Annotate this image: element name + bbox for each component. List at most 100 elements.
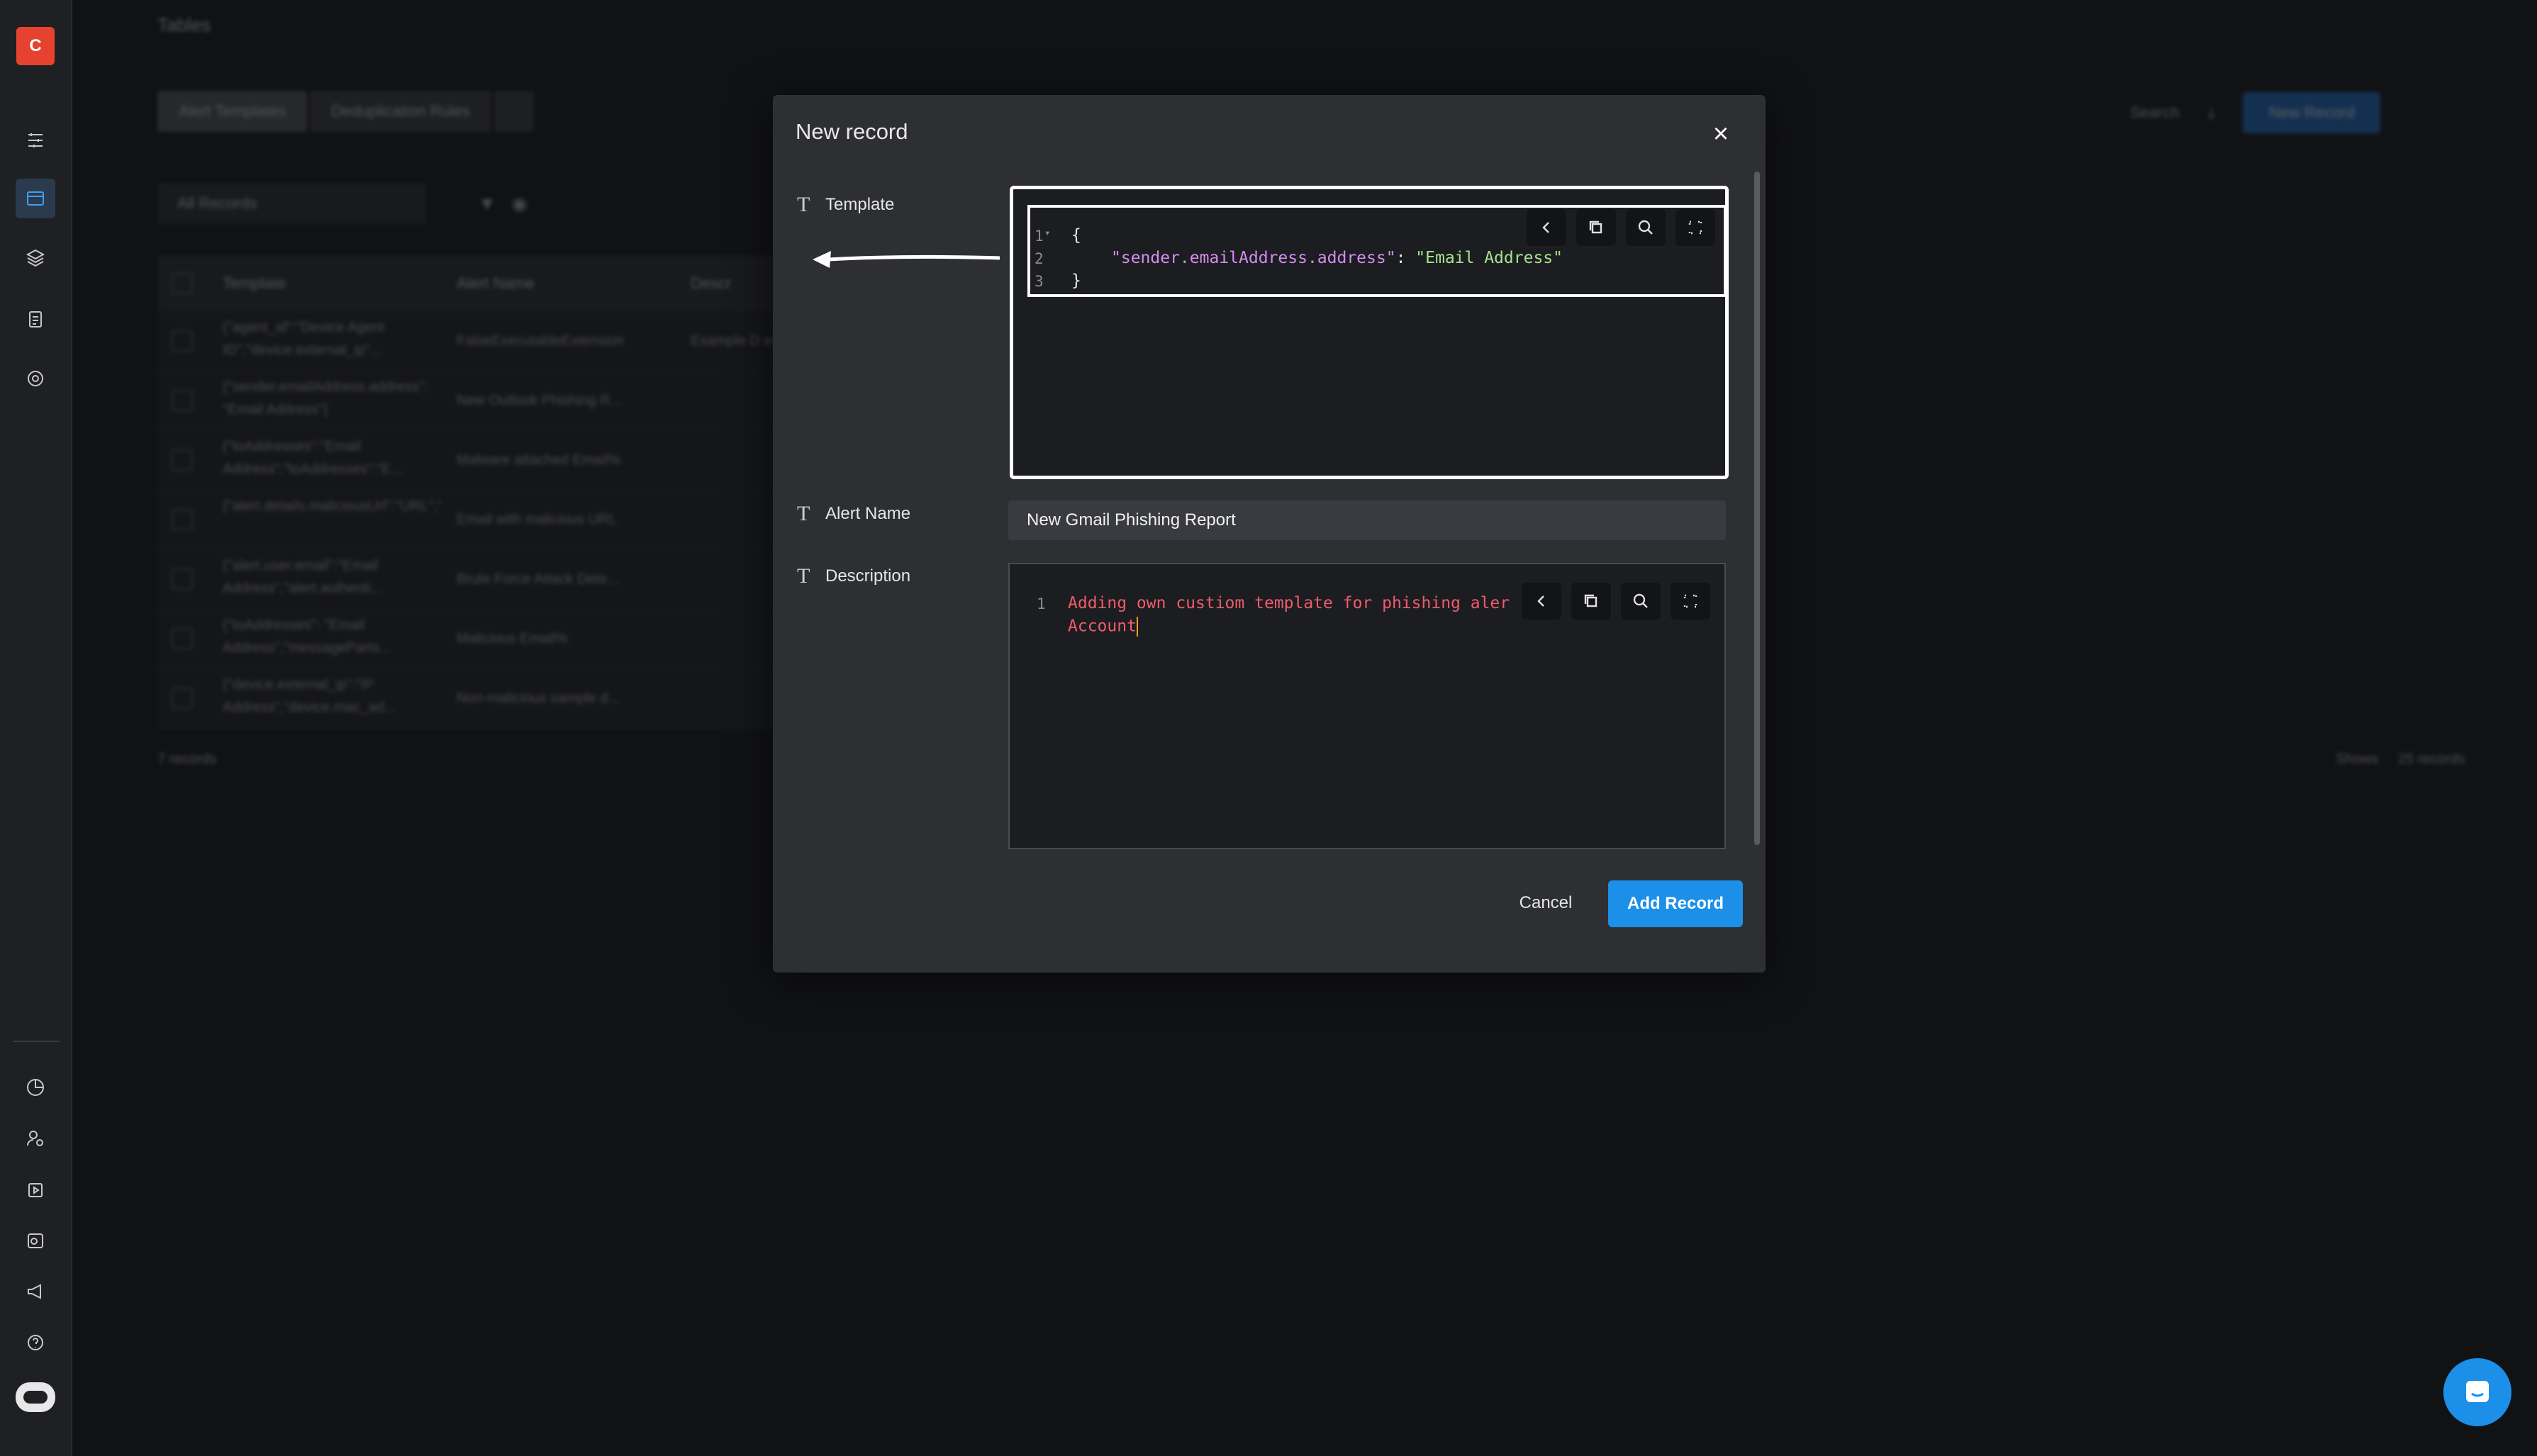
alert-name-cell: FalseExecutableExtension <box>457 332 624 349</box>
megaphone-icon[interactable] <box>16 1272 55 1311</box>
table-row[interactable]: {"sender.emailAddress.address": "Email A… <box>157 371 859 431</box>
search-icon[interactable] <box>1626 209 1666 246</box>
close-icon[interactable]: × <box>1703 116 1739 152</box>
table-tabs: Alert Templates Deduplication Rules <box>157 91 534 132</box>
template-cell: {"toAddresses": "Email Address","message… <box>223 617 391 656</box>
annotation-arrow-icon <box>813 251 1000 268</box>
row-checkbox[interactable] <box>172 449 193 471</box>
chevron-left-icon[interactable] <box>1522 583 1561 620</box>
layers-icon[interactable] <box>16 238 55 278</box>
help-icon[interactable] <box>16 1323 55 1362</box>
column-header[interactable]: Template <box>207 274 441 293</box>
description-label-text: Description <box>825 566 911 586</box>
tables-icon[interactable] <box>16 179 55 218</box>
template-field-label: T Template <box>797 193 894 217</box>
toolbar-right: Search ⤓ New Record <box>2130 92 2381 133</box>
search-input[interactable]: Search <box>2130 103 2180 122</box>
alert-name-label-text: Alert Name <box>825 504 911 523</box>
record-count: 7 records <box>157 751 217 767</box>
table-row[interactable]: {"agent_id":"Device Agent ID","device.ex… <box>157 312 859 371</box>
json-value: "Email Address" <box>1415 249 1563 267</box>
play-icon[interactable] <box>16 1170 55 1209</box>
tabs-more-button[interactable] <box>494 91 534 132</box>
row-checkbox[interactable] <box>172 390 193 411</box>
fullscreen-icon[interactable] <box>1671 583 1710 620</box>
clipboard-icon[interactable] <box>16 299 55 339</box>
description-text-line-2: Account <box>1068 617 1138 637</box>
target-icon[interactable] <box>16 359 55 398</box>
table-row[interactable]: {"device.external_ip":"IP Address","devi… <box>157 669 859 729</box>
page-size-select[interactable]: Shows 25 records <box>2336 751 2465 768</box>
page-title: Tables <box>157 14 211 35</box>
alert-name-field-label: T Alert Name <box>797 502 910 526</box>
table-row[interactable]: {"alert.details.maliciousUrl":"URL","ale… <box>157 491 859 550</box>
template-cell: {"toAddresses":"Email Address","toAddres… <box>223 439 403 477</box>
cancel-button[interactable]: Cancel <box>1510 882 1581 924</box>
template-label-text: Template <box>825 195 895 214</box>
json-key: "sender.emailAddress.address" <box>1111 249 1396 267</box>
shows-label: Shows <box>2336 751 2379 767</box>
workspace-logo[interactable]: C <box>16 27 55 65</box>
template-cell: {"agent_id":"Device Agent ID","device.ex… <box>223 320 385 358</box>
table-row[interactable]: {"toAddresses": "Email Address","message… <box>157 610 859 669</box>
new-record-button[interactable]: New Record <box>2243 92 2381 133</box>
code-line-2: "sender.emailAddress.address": "Email Ad… <box>1111 249 1563 267</box>
template-code-editor[interactable]: 1 ▾ { 2 "sender.emailAddress.address": "… <box>1010 186 1729 479</box>
records-filter[interactable]: All Records <box>157 183 427 224</box>
copy-icon[interactable] <box>1576 209 1616 246</box>
text-type-icon: T <box>797 502 810 525</box>
chevron-left-icon[interactable] <box>1527 209 1566 246</box>
page-size-value: 25 records <box>2397 751 2465 767</box>
analytics-icon[interactable] <box>16 1068 55 1107</box>
alert-name-cell: Non-malicious sample d... <box>457 690 620 706</box>
table-row[interactable]: {"toAddresses":"Email Address","toAddres… <box>157 431 859 491</box>
template-cell: {"sender.emailAddress.address": "Email A… <box>223 379 428 418</box>
filter-icon[interactable]: ▼ ◉ <box>478 193 528 215</box>
row-checkbox[interactable] <box>172 509 193 530</box>
fold-icon[interactable]: ▾ <box>1044 228 1050 239</box>
code-line-1: { <box>1071 226 1081 245</box>
billing-icon[interactable] <box>16 1221 55 1260</box>
alert-name-cell: New Outlook Phishing R... <box>457 392 623 408</box>
line-number: 1 <box>1037 595 1046 612</box>
tab-alert-templates[interactable]: Alert Templates <box>157 91 308 132</box>
copy-icon[interactable] <box>1571 583 1611 620</box>
text-type-icon: T <box>797 564 810 588</box>
template-cell: {"alert.user.email":"Email Address","ale… <box>223 558 383 596</box>
text-type-icon: T <box>797 193 810 216</box>
row-checkbox[interactable] <box>172 569 193 590</box>
dialog-scrollbar[interactable] <box>1754 172 1760 845</box>
row-checkbox[interactable] <box>172 330 193 352</box>
editor-toolbar <box>1522 583 1710 620</box>
table-row[interactable]: {"alert.user.email":"Email Address","ale… <box>157 550 859 610</box>
chat-launcher-button[interactable] <box>2443 1358 2511 1426</box>
line-number: 3 <box>1035 273 1044 290</box>
line-number: 2 <box>1035 250 1044 267</box>
bot-icon[interactable] <box>16 1382 55 1412</box>
download-icon[interactable]: ⤓ <box>2208 103 2215 122</box>
description-text-line-1: Adding own custiom template for phishing… <box>1068 594 1510 612</box>
line-number: 1 <box>1035 228 1044 245</box>
row-checkbox[interactable] <box>172 628 193 649</box>
alert-name-input[interactable]: New Gmail Phishing Report <box>1008 500 1726 540</box>
alert-name-cell: Email with malicious URL <box>457 511 617 527</box>
description-code-editor[interactable]: 1 Adding own custiom template for phishi… <box>1008 563 1726 849</box>
row-checkbox[interactable] <box>172 688 193 709</box>
fullscreen-icon[interactable] <box>1675 209 1715 246</box>
text-cursor <box>1136 617 1138 637</box>
sidebar-divider <box>13 1041 60 1042</box>
alert-name-cell: Malware attached Email% <box>457 452 621 468</box>
select-all-checkbox[interactable] <box>172 273 193 294</box>
template-cell: {"alert.details.maliciousUrl":"URL","ale… <box>223 498 441 514</box>
users-icon[interactable] <box>16 1119 55 1158</box>
search-icon[interactable] <box>1621 583 1661 620</box>
add-record-button[interactable]: Add Record <box>1608 880 1743 927</box>
alert-name-cell: Malicious Email% <box>457 630 568 646</box>
pipeline-icon[interactable] <box>16 121 55 160</box>
column-header[interactable]: Alert Name <box>441 274 675 293</box>
description-field-label: T Description <box>797 564 910 588</box>
alert-name-cell: Brute Force Attack Dete... <box>457 571 619 587</box>
table-header: Template Alert Name Descr <box>157 255 859 312</box>
tab-deduplication-rules[interactable]: Deduplication Rules <box>310 91 491 132</box>
sidebar: C <box>0 0 72 1456</box>
